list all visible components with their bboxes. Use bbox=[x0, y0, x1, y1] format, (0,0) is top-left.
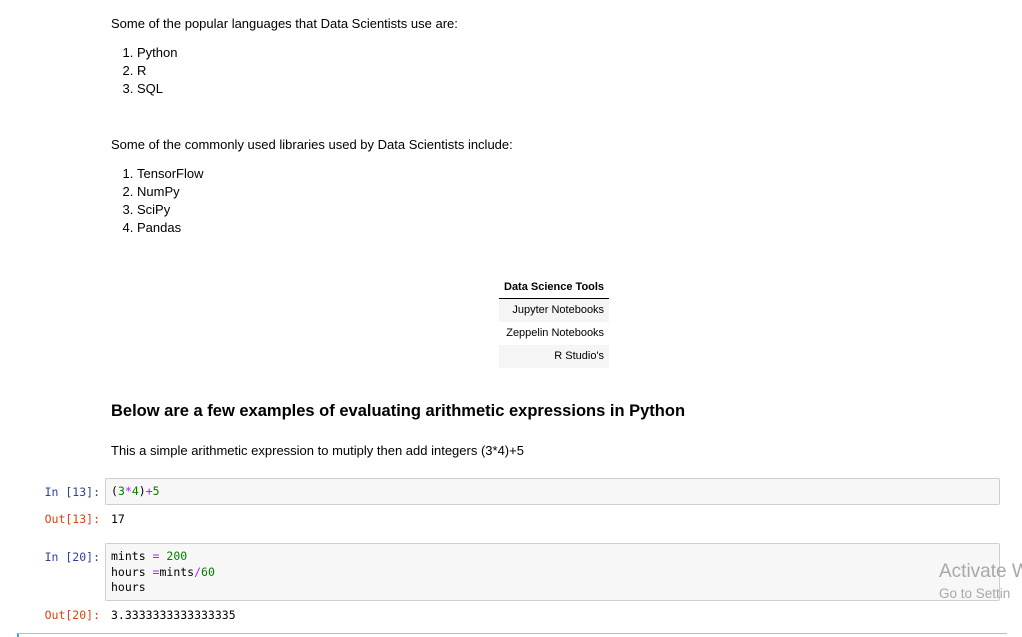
code-line: (3*4)+5 bbox=[111, 484, 160, 498]
list-item: TensorFlow bbox=[137, 165, 203, 183]
table-row: R Studio's bbox=[499, 345, 610, 368]
table-row: Zeppelin Notebooks bbox=[499, 322, 609, 345]
cell-output: 3.3333333333333335 bbox=[111, 608, 236, 622]
code-line: mints = 200 bbox=[111, 549, 188, 563]
libraries-intro: Some of the commonly used libraries used… bbox=[111, 137, 513, 152]
table-cell: Zeppelin Notebooks bbox=[506, 327, 605, 339]
next-cell-border[interactable] bbox=[17, 633, 1007, 637]
list-item: NumPy bbox=[137, 183, 203, 201]
activate-windows-title: Activate W bbox=[939, 561, 1022, 582]
input-prompt: In [13]: bbox=[44, 485, 100, 499]
table-cell: Jupyter Notebooks bbox=[499, 298, 610, 322]
list-item: SciPy bbox=[137, 201, 203, 219]
cell-output: 17 bbox=[111, 512, 125, 526]
languages-list: Python R SQL bbox=[111, 44, 177, 98]
languages-intro: Some of the popular languages that Data … bbox=[111, 16, 458, 31]
arithmetic-heading: Below are a few examples of evaluating a… bbox=[111, 402, 686, 420]
code-line: hours =mints/60 bbox=[111, 564, 215, 579]
list-item: Python bbox=[137, 44, 177, 62]
arithmetic-description: This a simple arithmetic expression to m… bbox=[111, 443, 524, 458]
list-item: SQL bbox=[137, 80, 177, 98]
list-item: Pandas bbox=[137, 219, 203, 237]
code-line: hours bbox=[111, 580, 146, 594]
table-row: Jupyter Notebooks bbox=[499, 298, 610, 322]
table-header-row: Data Science Tools bbox=[499, 277, 610, 299]
libraries-list: TensorFlow NumPy SciPy Pandas bbox=[111, 165, 203, 237]
code-cell-input[interactable]: mints = 200 hours =mints/60 hours bbox=[105, 543, 1000, 601]
list-item: R bbox=[137, 62, 177, 80]
table-header: Data Science Tools bbox=[499, 277, 610, 299]
code-cell-input[interactable]: (3*4)+5 bbox=[105, 478, 1000, 505]
activate-windows-subtitle: Go to Settin bbox=[939, 586, 1011, 601]
data-science-tools-table: Data Science Tools Jupyter Notebooks Zep… bbox=[499, 277, 610, 368]
table-cell: R Studio's bbox=[499, 345, 610, 368]
output-prompt: Out[13]: bbox=[44, 512, 100, 526]
input-prompt: In [20]: bbox=[44, 550, 100, 564]
output-prompt: Out[20]: bbox=[44, 608, 100, 622]
